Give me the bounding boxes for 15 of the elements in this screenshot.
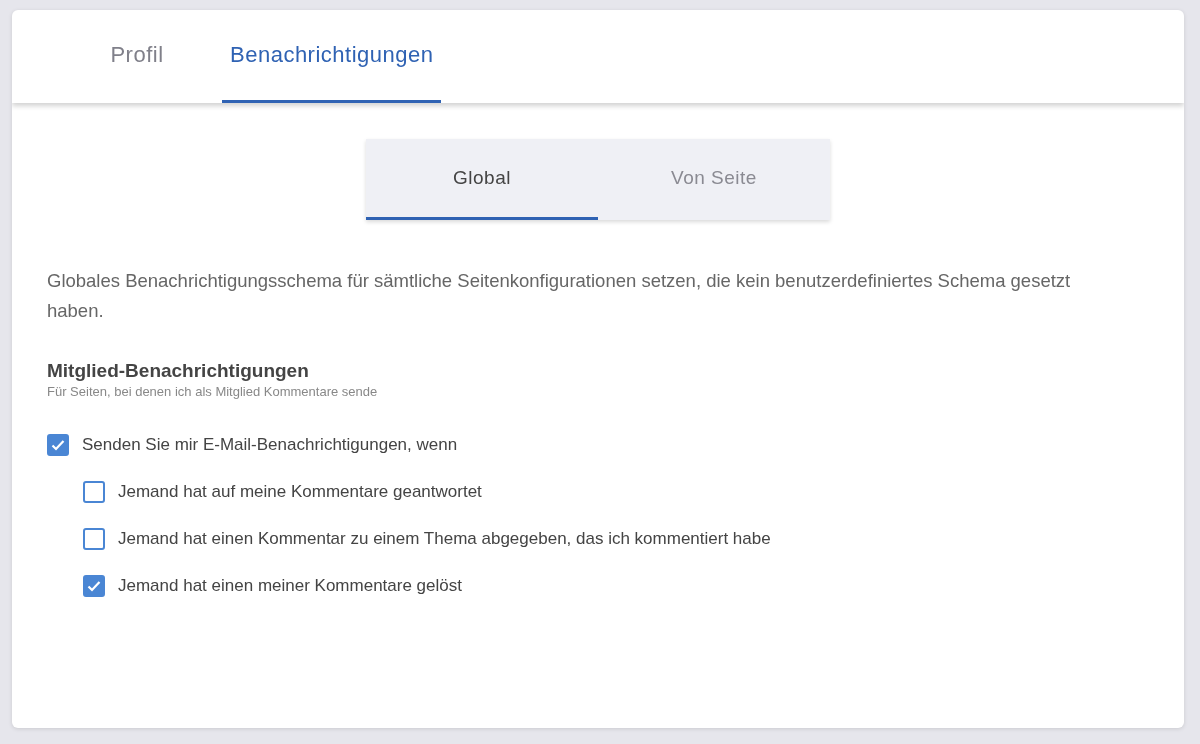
checkbox[interactable] [83,527,105,550]
section-subtitle: Für Seiten, bei denen ich als Mitglied Kommentare sende [47,384,379,399]
checkbox-label: Jemand hat einen Kommentar zu einem Thema abgegeben, das ich kommentiert habe [118,528,771,549]
checkbox-label: Senden Sie mir E-Mail-Benachrichtigungen, wenn [82,434,458,455]
description: Globales Benachrichtigungsschema für sämtliche Seitenkonfigurationen setzen, die kein benutzerdefiniertes Schema gesetzt haben. [47,269,1072,323]
tab[interactable]: Benachrichtigungen [222,10,442,103]
subtab[interactable]: Global [366,139,598,220]
tab[interactable]: Profil [62,10,212,103]
subtab[interactable]: Von Seite [598,139,830,220]
section-title: Mitglied-Benachrichtigungen [47,360,310,382]
checkbox[interactable] [47,433,69,456]
checkbox-label: Jemand hat einen meiner Kommentare gelöst [118,575,462,596]
checkbox[interactable] [83,480,105,503]
checkbox-label: Jemand hat auf meine Kommentare geantwortet [118,481,482,502]
checkbox[interactable] [83,574,105,597]
